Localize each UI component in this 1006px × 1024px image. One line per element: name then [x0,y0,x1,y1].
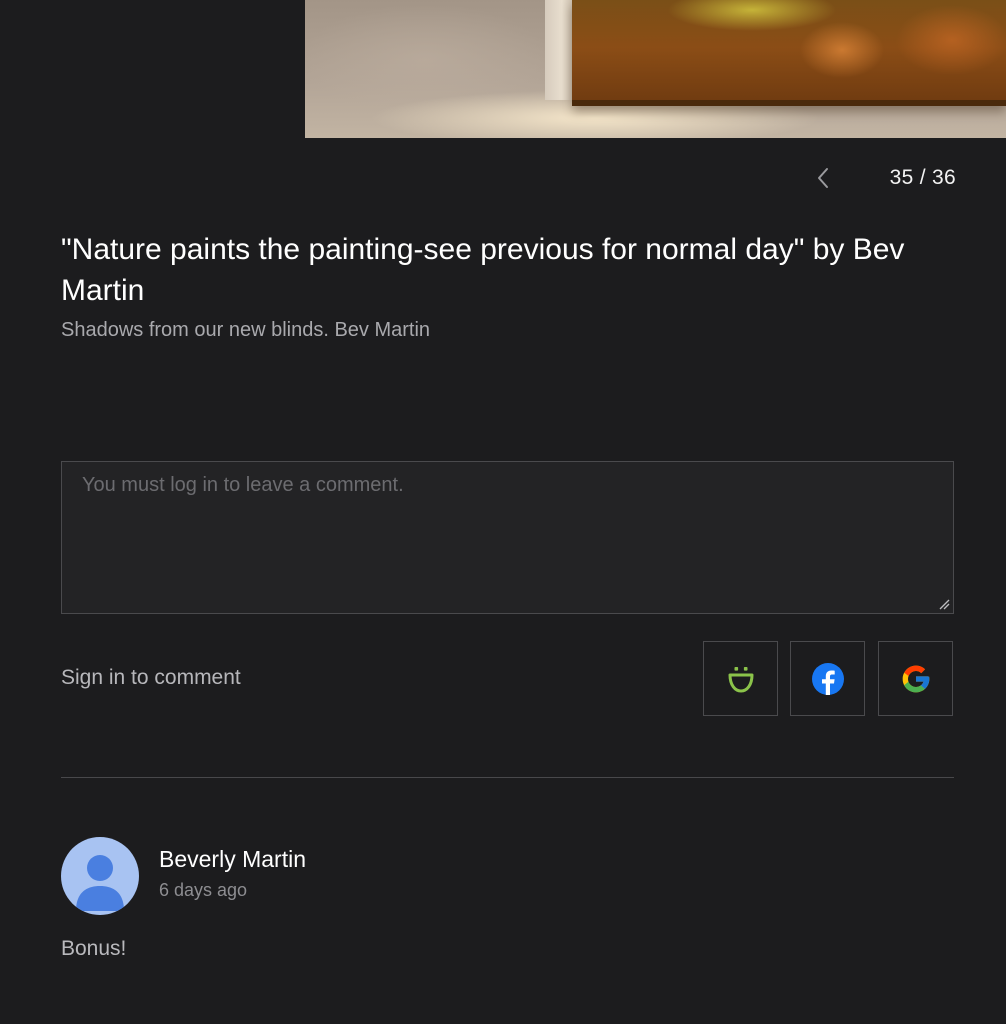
photo-wall-post [545,0,573,100]
photo-image[interactable] [305,0,1006,138]
smugmug-icon [728,666,753,692]
sign-in-to-comment-link[interactable]: Sign in to comment [61,666,241,690]
facebook-icon [811,662,844,695]
photo-pager: 35 / 36 [805,163,965,193]
avatar [61,837,139,915]
previous-photo-button[interactable] [811,163,835,193]
photo-painting-edge [572,100,1006,106]
photo-painting [572,0,1006,106]
comment-textarea[interactable] [61,461,954,614]
photo-title: "Nature paints the painting-see previous… [61,233,905,307]
chevron-left-icon [818,168,828,188]
photo-caption: Shadows from our new blinds. Bev Martin [61,319,431,341]
smugmug-login-button[interactable] [703,641,778,716]
facebook-login-button[interactable] [790,641,865,716]
resize-grip-icon[interactable] [938,598,950,610]
google-icon [902,665,929,692]
google-login-button[interactable] [878,641,953,716]
section-divider [61,777,954,778]
photo-page: 35 / 36 "Nature paints the painting-see … [0,0,1006,1024]
comment-author[interactable]: Beverly Martin [159,846,306,873]
user-avatar-icon [76,855,124,911]
comment-timestamp: 6 days ago [159,880,248,900]
photo-counter: 35 / 36 [889,166,956,189]
comment-text: Bonus! [61,937,127,960]
